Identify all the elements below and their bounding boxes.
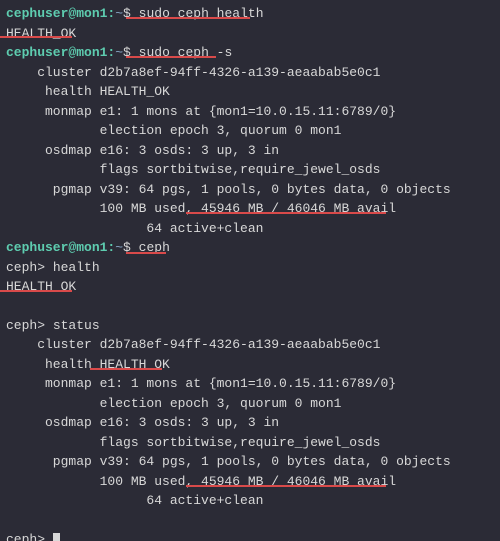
sub-command-1: health	[53, 260, 100, 275]
ceph-prompt: ceph>	[6, 318, 45, 333]
status2-cluster: cluster d2b7a8ef-94ff-4326-a139-aeaabab5…	[6, 335, 494, 355]
status2-flags: flags sortbitwise,require_jewel_osds	[6, 433, 494, 453]
blank-line	[6, 511, 494, 530]
userhost: cephuser@mon1	[6, 6, 107, 21]
blank-line	[6, 297, 494, 316]
underline-avail2	[186, 485, 386, 487]
path: ~	[115, 240, 123, 255]
underline-healthok3	[90, 368, 162, 370]
status-active: 64 active+clean	[6, 219, 494, 239]
status2-pgmap: pgmap v39: 64 pgs, 1 pools, 0 bytes data…	[6, 452, 494, 472]
userhost: cephuser@mon1	[6, 45, 107, 60]
prompt-line-2: cephuser@mon1:~$ sudo ceph -s	[6, 43, 494, 63]
status-cluster: cluster d2b7a8ef-94ff-4326-a139-aeaabab5…	[6, 63, 494, 83]
status2-monmap: monmap e1: 1 mons at {mon1=10.0.15.11:67…	[6, 374, 494, 394]
status-election: election epoch 3, quorum 0 mon1	[6, 121, 494, 141]
userhost: cephuser@mon1	[6, 240, 107, 255]
status2-election: election epoch 3, quorum 0 mon1	[6, 394, 494, 414]
underline-avail1	[186, 212, 386, 214]
status2-health: health HEALTH_OK	[6, 355, 494, 375]
status2-used: 100 MB used, 45946 MB / 46046 MB avail	[6, 472, 494, 492]
output-health-ok-1: HEALTH_OK	[6, 24, 494, 44]
status-monmap: monmap e1: 1 mons at {mon1=10.0.15.11:67…	[6, 102, 494, 122]
ceph-sub-health: ceph> health	[6, 258, 494, 278]
path: ~	[115, 45, 123, 60]
status2-osdmap: osdmap e16: 3 osds: 3 up, 3 in	[6, 413, 494, 433]
ceph-prompt: ceph>	[6, 260, 45, 275]
cursor-icon	[53, 533, 60, 541]
underline-cmd3	[126, 252, 166, 254]
path: ~	[115, 6, 123, 21]
prompt-line-1: cephuser@mon1:~$ sudo ceph health	[6, 4, 494, 24]
status-used: 100 MB used, 45946 MB / 46046 MB avail	[6, 199, 494, 219]
underline-cmd1	[126, 17, 250, 19]
status-osdmap: osdmap e16: 3 osds: 3 up, 3 in	[6, 141, 494, 161]
underline-healthok1	[0, 36, 72, 38]
ceph-prompt-final[interactable]: ceph>	[6, 530, 494, 541]
status-flags: flags sortbitwise,require_jewel_osds	[6, 160, 494, 180]
sub-command-2: status	[53, 318, 100, 333]
ceph-prompt: ceph>	[6, 532, 45, 541]
underline-cmd2	[126, 56, 216, 58]
output-health-ok-2: HEALTH_OK	[6, 277, 494, 297]
underline-healthok2	[0, 290, 72, 292]
prompt-line-3: cephuser@mon1:~$ ceph	[6, 238, 494, 258]
status2-active: 64 active+clean	[6, 491, 494, 511]
status-pgmap: pgmap v39: 64 pgs, 1 pools, 0 bytes data…	[6, 180, 494, 200]
status-health: health HEALTH_OK	[6, 82, 494, 102]
ceph-sub-status: ceph> status	[6, 316, 494, 336]
